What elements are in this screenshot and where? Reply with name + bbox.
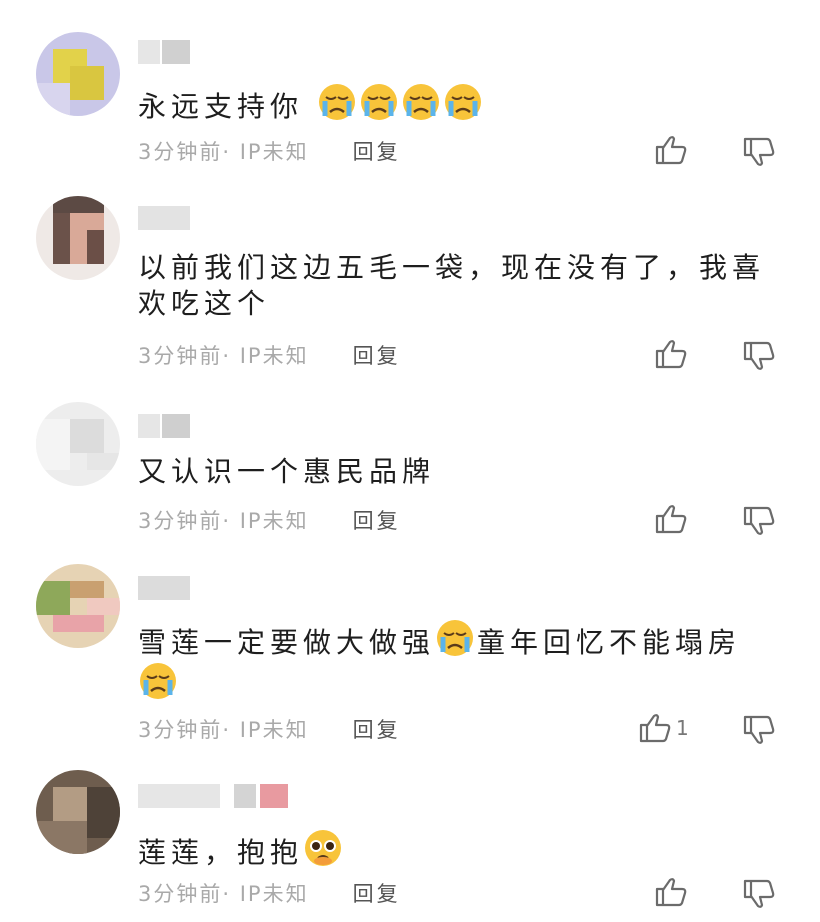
thumbs-down-icon (743, 506, 775, 535)
comment-text: 莲莲，抱抱 (138, 828, 778, 871)
reply-button[interactable]: 回复 (353, 136, 401, 166)
thumbs-up-icon (655, 878, 687, 907)
avatar[interactable] (36, 196, 120, 280)
ip-location: · IP未知 (222, 882, 309, 906)
ip-location: · IP未知 (222, 140, 309, 164)
crying-face-icon (437, 620, 474, 656)
reply-button[interactable]: 回复 (353, 714, 401, 744)
comment-text: 雪莲一定要做大做强 童年回忆不能塌房 (138, 618, 768, 704)
pleading-face-icon (305, 830, 342, 866)
comment-time: 3分钟前 (138, 140, 223, 164)
thumbs-up-icon (655, 505, 687, 534)
comment-text-content: 永远支持你 (138, 90, 304, 123)
avatar[interactable] (36, 564, 120, 648)
thumbs-up-icon (639, 714, 671, 743)
thumbs-down-icon (743, 879, 775, 908)
comment-text: 以前我们这边五毛一袋，现在没有了，我喜欢吃这个 (138, 251, 766, 320)
reply-button[interactable]: 回复 (353, 878, 401, 908)
avatar[interactable] (36, 32, 120, 116)
comment-text-content: 莲莲，抱抱 (138, 836, 304, 869)
like-button[interactable] (654, 503, 692, 535)
ip-location: · IP未知 (222, 718, 309, 742)
comment-meta: 3分钟前 · IP未知 回复 (138, 505, 401, 535)
dislike-button[interactable] (742, 136, 776, 168)
thumbs-down-icon (743, 137, 775, 166)
dislike-button[interactable] (742, 505, 776, 537)
like-count: 1 (676, 716, 689, 740)
crying-face-icon (318, 84, 355, 120)
ip-location: · IP未知 (222, 509, 309, 533)
reply-button[interactable]: 回复 (353, 505, 401, 535)
like-button[interactable]: 1 (638, 712, 689, 744)
like-button[interactable] (654, 134, 692, 166)
avatar[interactable] (36, 402, 120, 486)
comment-meta: 3分钟前 · IP未知 回复 (138, 878, 401, 908)
username-blurred[interactable] (138, 40, 192, 64)
username-blurred[interactable] (138, 784, 288, 808)
crying-face-icon (402, 84, 439, 120)
comment-text: 永远支持你 (138, 82, 778, 125)
dislike-button[interactable] (742, 340, 776, 372)
comment-text-content: 童年回忆不能塌房 (477, 626, 742, 659)
crying-face-icon (360, 84, 397, 120)
comment-time: 3分钟前 (138, 718, 223, 742)
thumbs-up-icon (655, 136, 687, 165)
comment-text-content: 雪莲一定要做大做强 (138, 626, 436, 659)
comment-time: 3分钟前 (138, 882, 223, 906)
comment-time: 3分钟前 (138, 509, 223, 533)
avatar[interactable] (36, 770, 120, 854)
username-blurred[interactable] (138, 206, 192, 230)
comment-meta: 3分钟前 · IP未知 回复 (138, 136, 401, 166)
thumbs-down-icon (743, 715, 775, 744)
comment-time: 3分钟前 (138, 344, 223, 368)
username-blurred[interactable] (138, 414, 192, 438)
thumbs-up-icon (655, 340, 687, 369)
dislike-button[interactable] (742, 714, 776, 746)
like-button[interactable] (654, 876, 692, 908)
crying-face-icon (444, 84, 481, 120)
like-button[interactable] (654, 338, 692, 370)
comment-meta: 3分钟前 · IP未知 回复 (138, 714, 401, 744)
ip-location: · IP未知 (222, 344, 309, 368)
dislike-button[interactable] (742, 878, 776, 910)
reply-button[interactable]: 回复 (353, 340, 401, 370)
crying-face-icon (140, 663, 176, 699)
thumbs-down-icon (743, 341, 775, 370)
comment-text: 又认识一个惠民品牌 (138, 455, 436, 488)
comment-meta: 3分钟前 · IP未知 回复 (138, 340, 401, 370)
username-blurred[interactable] (138, 576, 192, 600)
